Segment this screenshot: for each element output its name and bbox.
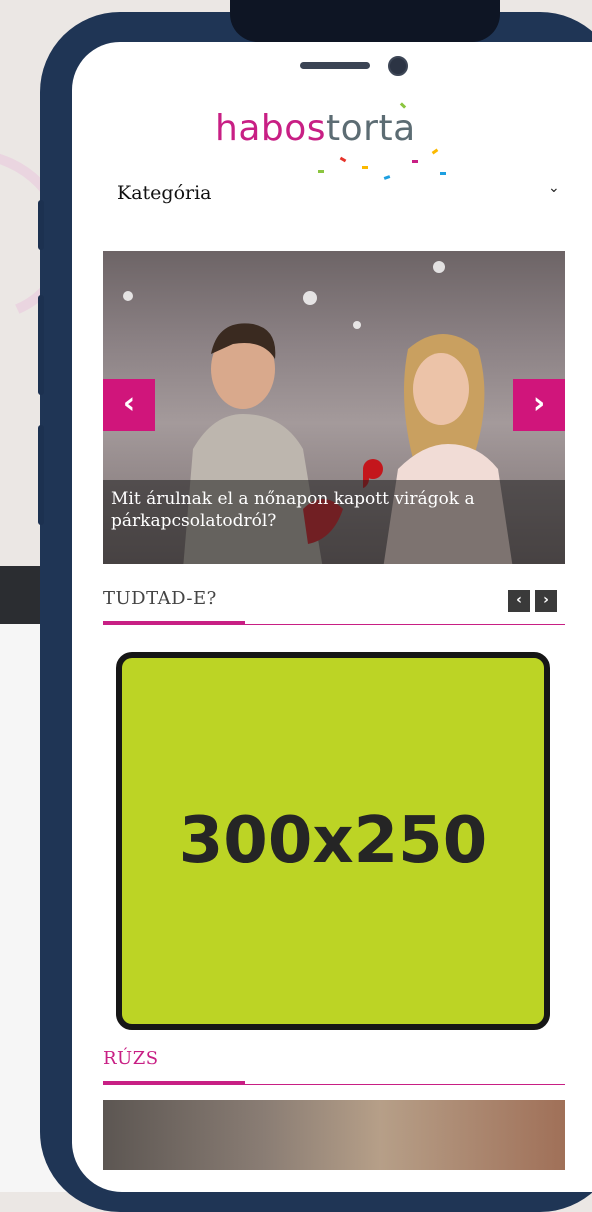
slider-caption[interactable]: Mit árulnak el a nőnapon kapott virágok … — [103, 480, 565, 564]
article-image[interactable] — [103, 1100, 565, 1170]
section-next-button[interactable]: › — [535, 590, 557, 612]
confetti-icon — [412, 160, 418, 163]
phone-speaker — [300, 62, 370, 69]
site-logo[interactable]: habostorta — [215, 108, 416, 149]
section-prev-button[interactable]: ‹ — [508, 590, 530, 612]
phone-notch — [230, 0, 500, 42]
phone-volume-down-button — [38, 425, 44, 525]
confetti-icon — [318, 170, 324, 173]
slider-prev-button[interactable]: ‹ — [103, 379, 155, 431]
bokeh-light — [433, 261, 445, 273]
chevron-down-icon[interactable]: ⌄ — [548, 180, 560, 196]
category-dropdown-label[interactable]: Kategória — [117, 182, 212, 204]
phone-mute-button — [38, 200, 44, 250]
logo-text-habos: habos — [215, 108, 327, 149]
phone-camera — [388, 56, 408, 76]
bokeh-light — [123, 291, 133, 301]
bokeh-light — [353, 321, 361, 329]
featured-slider[interactable]: ‹ › Mit árulnak el a nőnapon kapott virá… — [103, 251, 565, 564]
confetti-icon — [440, 172, 446, 175]
logo-text-torta: torta — [326, 108, 416, 149]
confetti-icon — [362, 166, 368, 169]
section-title-tudtad: TUDTAD-E? — [103, 588, 217, 609]
phone-volume-up-button — [38, 295, 44, 395]
section-underline — [103, 621, 245, 625]
ad-size-label: 300x250 — [178, 804, 488, 878]
section-underline — [103, 1081, 245, 1085]
ad-placeholder[interactable]: 300x250 — [116, 652, 550, 1030]
section-title-ruzs: RÚZS — [103, 1048, 159, 1069]
slider-next-button[interactable]: › — [513, 379, 565, 431]
